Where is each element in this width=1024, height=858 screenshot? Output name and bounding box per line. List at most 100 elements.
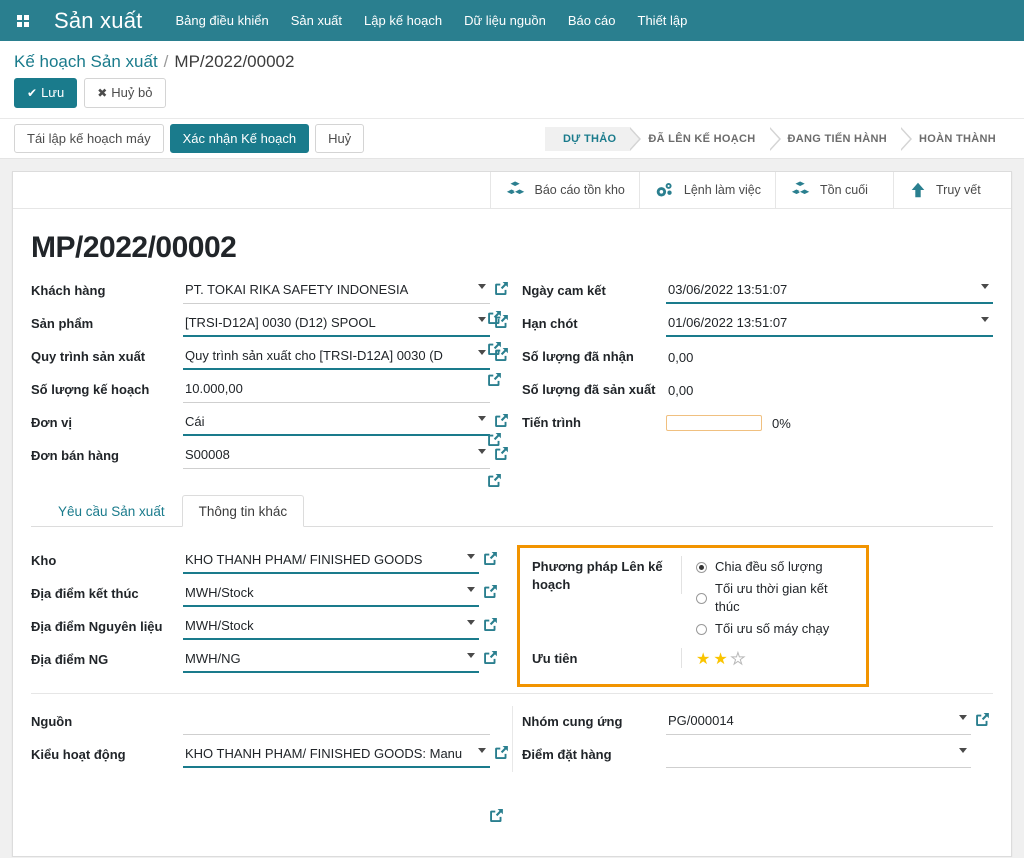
field-destination-location-open-icon[interactable] — [479, 578, 501, 599]
breadcrumb-root-link[interactable]: Kế hoạch Sản xuất — [14, 52, 158, 72]
save-button-label: Lưu — [41, 85, 64, 100]
radio-option-optimize-machine-count[interactable]: Tối ưu số máy chạy — [696, 618, 854, 640]
stat-button-final-stock[interactable]: Tồn cuối — [775, 172, 893, 208]
status-step-planned[interactable]: ĐÃ LÊN KẾ HOẠCH — [630, 127, 769, 151]
cancel-button[interactable]: Huỷ — [315, 124, 364, 153]
field-customer-input[interactable]: PT. TOKAI RIKA SAFETY INDONESIA — [183, 277, 490, 304]
sheet-container: Báo cáo tồn kho Lệnh làm việc — [0, 159, 1024, 857]
field-source-input[interactable] — [183, 708, 490, 735]
field-uom-input[interactable]: Cái — [183, 409, 490, 436]
priority-star-rating[interactable]: ★★★ — [696, 648, 854, 669]
discard-button[interactable]: ✖Huỷ bỏ — [84, 78, 165, 108]
action-row: Tái lập kế hoạch máy Xác nhận Kế hoạch H… — [0, 118, 1024, 158]
star-icon-filled[interactable]: ★ — [696, 651, 710, 669]
field-planned-qty-label: Số lượng kế hoạch — [31, 374, 183, 398]
save-button[interactable]: ✔ Lưu — [14, 78, 77, 108]
stat-button-traceability[interactable]: Truy vết — [893, 172, 1011, 208]
tab-other-information[interactable]: Thông tin khác — [182, 495, 305, 527]
field-ng-location-open-icon[interactable] — [479, 644, 501, 665]
radio-option-optimize-end-time-label: Tối ưu thời gian kết thúc — [715, 580, 854, 616]
boxes-icon — [790, 181, 812, 199]
field-raw-material-location-input[interactable]: MWH/Stock — [183, 613, 479, 640]
stat-button-bar: Báo cáo tồn kho Lệnh làm việc — [13, 172, 1011, 209]
field-reordering-rule-label: Điểm đặt hàng — [522, 739, 666, 763]
field-routing-input[interactable]: Quy trình sản xuất cho [TRSI-D12A] 0030 … — [183, 343, 490, 370]
status-arrow-icon — [901, 127, 912, 151]
stat-button-work-orders[interactable]: Lệnh làm việc — [639, 172, 775, 208]
menu-item-master-data[interactable]: Dữ liệu nguồn — [453, 7, 557, 34]
field-destination-location-input[interactable]: MWH/Stock — [183, 580, 479, 607]
field-procurement-group-input[interactable]: PG/000014 — [666, 708, 971, 735]
page-title: MP/2022/00002 — [13, 209, 1011, 265]
status-step-done[interactable]: HOÀN THÀNH — [901, 127, 1010, 151]
field-raw-material-location-label: Địa điểm Nguyên liệu — [31, 611, 183, 635]
field-product-input[interactable]: [TRSI-D12A] 0030 (D12) SPOOL — [183, 310, 490, 337]
field-operation-type-input[interactable]: KHO THANH PHAM/ FINISHED GOODS: Manu — [183, 741, 490, 768]
check-icon: ✔ — [27, 86, 37, 100]
menu-item-configuration[interactable]: Thiết lập — [627, 7, 699, 34]
app-brand-title[interactable]: Sản xuất — [54, 8, 142, 34]
menu-item-dashboard[interactable]: Bảng điều khiển — [164, 7, 279, 34]
field-ng-location-label: Địa điểm NG — [31, 644, 183, 668]
field-deadline-input[interactable]: 01/06/2022 13:51:07 — [666, 310, 993, 337]
field-reordering-rule-open-icon[interactable] — [489, 808, 504, 826]
field-destination-location: Địa điểm kết thúc MWH/Stock — [31, 578, 501, 609]
menu-item-manufacturing[interactable]: Sản xuất — [280, 7, 353, 34]
status-step-draft-label: DỰ THẢO — [563, 133, 616, 145]
field-sale-order-extra-open-icon[interactable] — [487, 473, 502, 491]
field-destination-location-label: Địa điểm kết thúc — [31, 578, 183, 602]
star-icon-empty[interactable]: ★ — [731, 651, 745, 669]
notebook: Yêu cầu Sản xuất Thông tin khác Kho KHO … — [13, 495, 1011, 675]
field-deadline: Hạn chót 01/06/2022 13:51:07 — [522, 308, 993, 339]
star-icon-filled[interactable]: ★ — [713, 651, 727, 669]
field-commitment-date-open-icon[interactable] — [487, 310, 502, 328]
field-progress-label: Tiến trình — [522, 407, 666, 431]
field-operation-type-open-icon[interactable] — [490, 739, 512, 760]
field-routing-label: Quy trình sản xuất — [31, 341, 183, 365]
field-planning-method-label: Phương pháp Lên kế hoạch — [532, 556, 682, 594]
top-navbar: Sản xuất Bảng điều khiển Sản xuất Lập kế… — [0, 0, 1024, 41]
status-step-in-progress[interactable]: ĐANG TIẾN HÀNH — [770, 127, 902, 151]
confirm-plan-button[interactable]: Xác nhận Kế hoạch — [170, 124, 309, 153]
field-qty-received-open-icon[interactable] — [487, 372, 502, 390]
field-raw-material-location-open-icon[interactable] — [479, 611, 501, 632]
tab-production-request[interactable]: Yêu cầu Sản xuất — [41, 495, 182, 527]
field-reordering-rule-input[interactable] — [666, 741, 971, 768]
field-ng-location: Địa điểm NG MWH/NG — [31, 644, 501, 675]
menu-item-planning[interactable]: Lập kế hoạch — [353, 7, 453, 34]
field-progress-open-icon[interactable] — [487, 432, 502, 450]
apps-menu-icon[interactable] — [10, 8, 36, 34]
field-procurement-group-open-icon[interactable] — [971, 706, 993, 727]
arrow-up-icon — [908, 181, 928, 199]
field-raw-material-location: Địa điểm Nguyên liệu MWH/Stock — [31, 611, 501, 642]
radio-option-split-quantity[interactable]: Chia đều số lượng — [696, 556, 854, 578]
field-deadline-open-icon[interactable] — [487, 341, 502, 359]
field-uom: Đơn vị Cái — [31, 407, 512, 438]
radio-icon-checked — [696, 562, 707, 573]
stat-button-stock-report-label: Báo cáo tồn kho — [535, 183, 625, 198]
status-arrow-icon — [770, 127, 781, 151]
bottom-column-divider — [512, 706, 513, 772]
field-customer-label: Khách hàng — [31, 275, 183, 299]
field-commitment-date-label: Ngày cam kết — [522, 275, 666, 299]
field-customer-open-icon[interactable] — [490, 275, 512, 296]
progress-percent-label: 0% — [772, 416, 791, 431]
field-ng-location-input[interactable]: MWH/NG — [183, 646, 479, 673]
stat-button-stock-report[interactable]: Báo cáo tồn kho — [490, 172, 639, 208]
menu-item-reporting[interactable]: Báo cáo — [557, 7, 627, 34]
status-step-draft[interactable]: DỰ THẢO — [545, 127, 630, 151]
field-planned-qty-input[interactable]: 10.000,00 — [183, 376, 490, 403]
edit-buttons: ✔ Lưu ✖Huỷ bỏ — [0, 76, 1024, 118]
field-sale-order-input[interactable]: S00008 — [183, 442, 490, 469]
field-reordering-rule: Điểm đặt hàng — [522, 739, 993, 770]
main-form-right-column: Ngày cam kết 03/06/2022 13:51:07 Hạn chó… — [512, 275, 993, 473]
field-uom-label: Đơn vị — [31, 407, 183, 431]
radio-option-optimize-end-time[interactable]: Tối ưu thời gian kết thúc — [696, 578, 854, 618]
field-warehouse-input[interactable]: KHO THANH PHAM/ FINISHED GOODS — [183, 547, 479, 574]
main-menu: Bảng điều khiển Sản xuất Lập kế hoạch Dữ… — [164, 7, 698, 34]
field-commitment-date-input[interactable]: 03/06/2022 13:51:07 — [666, 277, 993, 304]
field-warehouse-open-icon[interactable] — [479, 545, 501, 566]
field-uom-open-icon[interactable] — [490, 407, 512, 428]
replan-machine-button[interactable]: Tái lập kế hoạch máy — [14, 124, 164, 153]
field-procurement-group-label: Nhóm cung ứng — [522, 706, 666, 730]
